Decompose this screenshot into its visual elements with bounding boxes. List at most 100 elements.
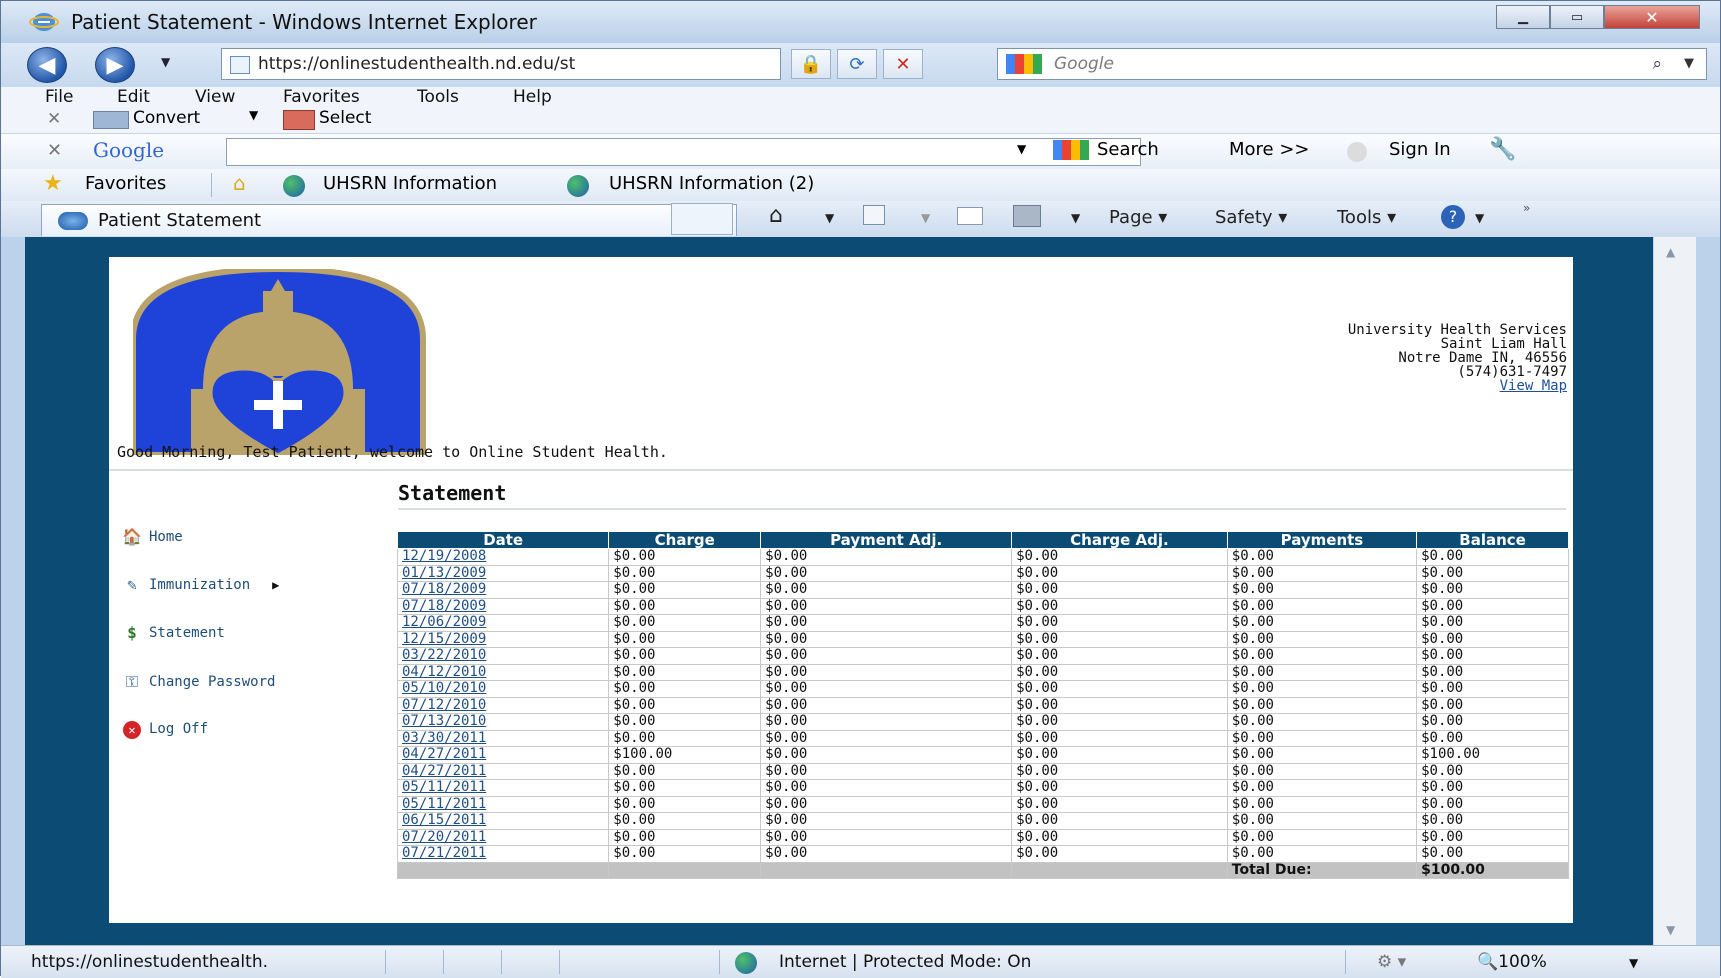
back-arrow-icon: ◀ (38, 52, 56, 78)
maximize-button[interactable]: ▭ (1550, 5, 1604, 29)
menu-file[interactable]: File (45, 87, 73, 107)
key-icon: ⚿ (125, 672, 139, 691)
print-icon[interactable] (1013, 205, 1041, 227)
date-link[interactable]: 07/18/2009 (402, 598, 486, 614)
date-link[interactable]: 05/11/2011 (402, 779, 486, 795)
tab-title: Patient Statement (98, 210, 262, 231)
favorite-link-uhsrn[interactable]: UHSRN Information (323, 173, 497, 194)
date-link[interactable]: 05/11/2011 (402, 796, 486, 812)
new-tab-button[interactable] (671, 203, 733, 235)
google-search-button[interactable]: Search (1097, 139, 1159, 160)
zoom-dropdown-icon[interactable]: ▼ (1629, 956, 1638, 970)
date-link[interactable]: 04/27/2011 (402, 763, 486, 779)
date-link[interactable]: 07/21/2011 (402, 845, 486, 861)
table-cell: $0.00 (1011, 597, 1228, 615)
date-link[interactable]: 07/20/2011 (402, 829, 486, 845)
favorites-button[interactable]: Favorites (85, 173, 166, 194)
window-controls: ▁ ▭ ✕ (1496, 5, 1700, 29)
close-google-toolbar-icon[interactable]: ✕ (47, 140, 62, 161)
divider (398, 508, 1566, 510)
more-button[interactable]: More >> (1229, 139, 1310, 160)
nav-item-immunization[interactable]: ✎ Immunization ▶ (119, 575, 279, 595)
home-icon[interactable]: ⌂ (769, 203, 783, 228)
date-link[interactable]: 07/13/2010 (402, 713, 486, 729)
vertical-scrollbar[interactable]: ▲ ▼ (1653, 237, 1696, 945)
menu-bar: File Edit View Favorites Tools Help (1, 87, 1720, 107)
date-link[interactable]: 03/22/2010 (402, 647, 486, 663)
view-map-link[interactable]: View Map (1500, 378, 1567, 394)
date-link[interactable]: 04/27/2011 (402, 746, 486, 762)
back-button[interactable]: ◀ (27, 47, 67, 83)
feeds-dropdown-icon[interactable]: ▼ (921, 211, 930, 225)
url-input[interactable]: https://onlinestudenthealth.nd.edu/st (221, 48, 781, 80)
nav-item-home[interactable]: 🏠 Home (119, 527, 183, 547)
zoom-control[interactable]: 🔍100% (1477, 952, 1547, 972)
help-dropdown-icon[interactable]: ▼ (1475, 211, 1484, 225)
table-cell: $0.00 (1226, 779, 1418, 797)
scroll-down-icon[interactable]: ▼ (1666, 923, 1675, 937)
lock-icon[interactable]: 🔒 (791, 49, 831, 79)
table-cell: $0.00 (608, 795, 762, 813)
date-link[interactable]: 12/15/2009 (402, 631, 486, 647)
table-cell: $0.00 (760, 696, 1013, 714)
menu-view[interactable]: View (195, 87, 235, 107)
nav-item-statement[interactable]: $ Statement (119, 623, 225, 643)
table-cell: $0.00 (760, 581, 1013, 599)
table-cell: $0.00 (760, 647, 1013, 665)
print-dropdown-icon[interactable]: ▼ (1071, 211, 1080, 225)
safety-menu[interactable]: Safety ▾ (1215, 207, 1287, 228)
forward-button[interactable]: ▶ (95, 47, 135, 83)
tools-menu[interactable]: Tools ▾ (1337, 207, 1396, 228)
sign-in-button[interactable]: Sign In (1389, 139, 1451, 160)
feeds-icon[interactable] (863, 205, 885, 225)
search-icon[interactable]: ⌕ (1652, 49, 1662, 79)
history-dropdown-icon[interactable]: ▼ (161, 55, 170, 69)
date-link[interactable]: 12/06/2009 (402, 614, 486, 630)
date-link[interactable]: 04/12/2010 (402, 664, 486, 680)
select-button[interactable]: Select (319, 108, 371, 128)
table-cell: $0.00 (760, 795, 1013, 813)
google-search-input[interactable] (226, 138, 1141, 166)
table-cell: $0.00 (1226, 713, 1418, 731)
tab-patient-statement[interactable]: Patient Statement (41, 204, 737, 236)
search-input[interactable]: Google ⌕ ▼ (997, 48, 1707, 80)
close-toolbar-icon[interactable]: ✕ (47, 109, 61, 129)
close-button[interactable]: ✕ (1604, 5, 1700, 29)
wrench-icon[interactable]: 🔧 (1489, 137, 1516, 162)
menu-help[interactable]: Help (513, 87, 552, 107)
stop-icon[interactable]: ✕ (883, 49, 923, 79)
menu-tools[interactable]: Tools (417, 87, 459, 107)
menu-edit[interactable]: Edit (117, 87, 150, 107)
add-favorite-icon[interactable]: ⌂ (233, 171, 246, 195)
menu-favorites[interactable]: Favorites (283, 87, 360, 107)
date-link[interactable]: 06/15/2011 (402, 812, 486, 828)
overflow-chevron-icon[interactable]: » (1523, 201, 1530, 215)
convert-dropdown-icon[interactable]: ▼ (249, 108, 258, 122)
column-header: Charge (608, 531, 762, 549)
scroll-up-icon[interactable]: ▲ (1666, 245, 1675, 259)
security-zone[interactable]: Internet | Protected Mode: On (779, 952, 1031, 972)
home-dropdown-icon[interactable]: ▼ (825, 211, 834, 225)
table-cell: $0.00 (1226, 845, 1418, 863)
protected-mode-icon[interactable]: ⚙ ▾ (1377, 952, 1406, 972)
table-cell: $0.00 (608, 828, 762, 846)
date-link[interactable]: 05/10/2010 (402, 680, 486, 696)
date-link[interactable]: 07/18/2009 (402, 581, 486, 597)
date-link[interactable]: 07/12/2010 (402, 697, 486, 713)
nav-item-log-off[interactable]: ✕ Log Off (119, 719, 208, 739)
search-dropdown-icon[interactable]: ▼ (1684, 49, 1694, 79)
favorite-link-uhsrn-2[interactable]: UHSRN Information (2) (609, 173, 814, 194)
mail-icon[interactable] (957, 207, 983, 225)
minimize-button[interactable]: ▁ (1496, 5, 1550, 29)
refresh-icon[interactable]: ⟳ (837, 49, 877, 79)
help-icon[interactable]: ? (1441, 205, 1465, 229)
date-cell: 07/12/2010 (396, 696, 610, 714)
nav-item-change-password[interactable]: ⚿ Change Password (119, 672, 276, 692)
date-link[interactable]: 01/13/2009 (402, 565, 486, 581)
page-menu[interactable]: Page ▾ (1109, 207, 1167, 228)
date-link[interactable]: 12/19/2008 (402, 548, 486, 564)
convert-button[interactable]: Convert (133, 108, 200, 128)
google-dropdown-icon[interactable]: ▼ (1017, 142, 1026, 156)
table-cell: $0.00 (1226, 581, 1418, 599)
date-link[interactable]: 03/30/2011 (402, 730, 486, 746)
